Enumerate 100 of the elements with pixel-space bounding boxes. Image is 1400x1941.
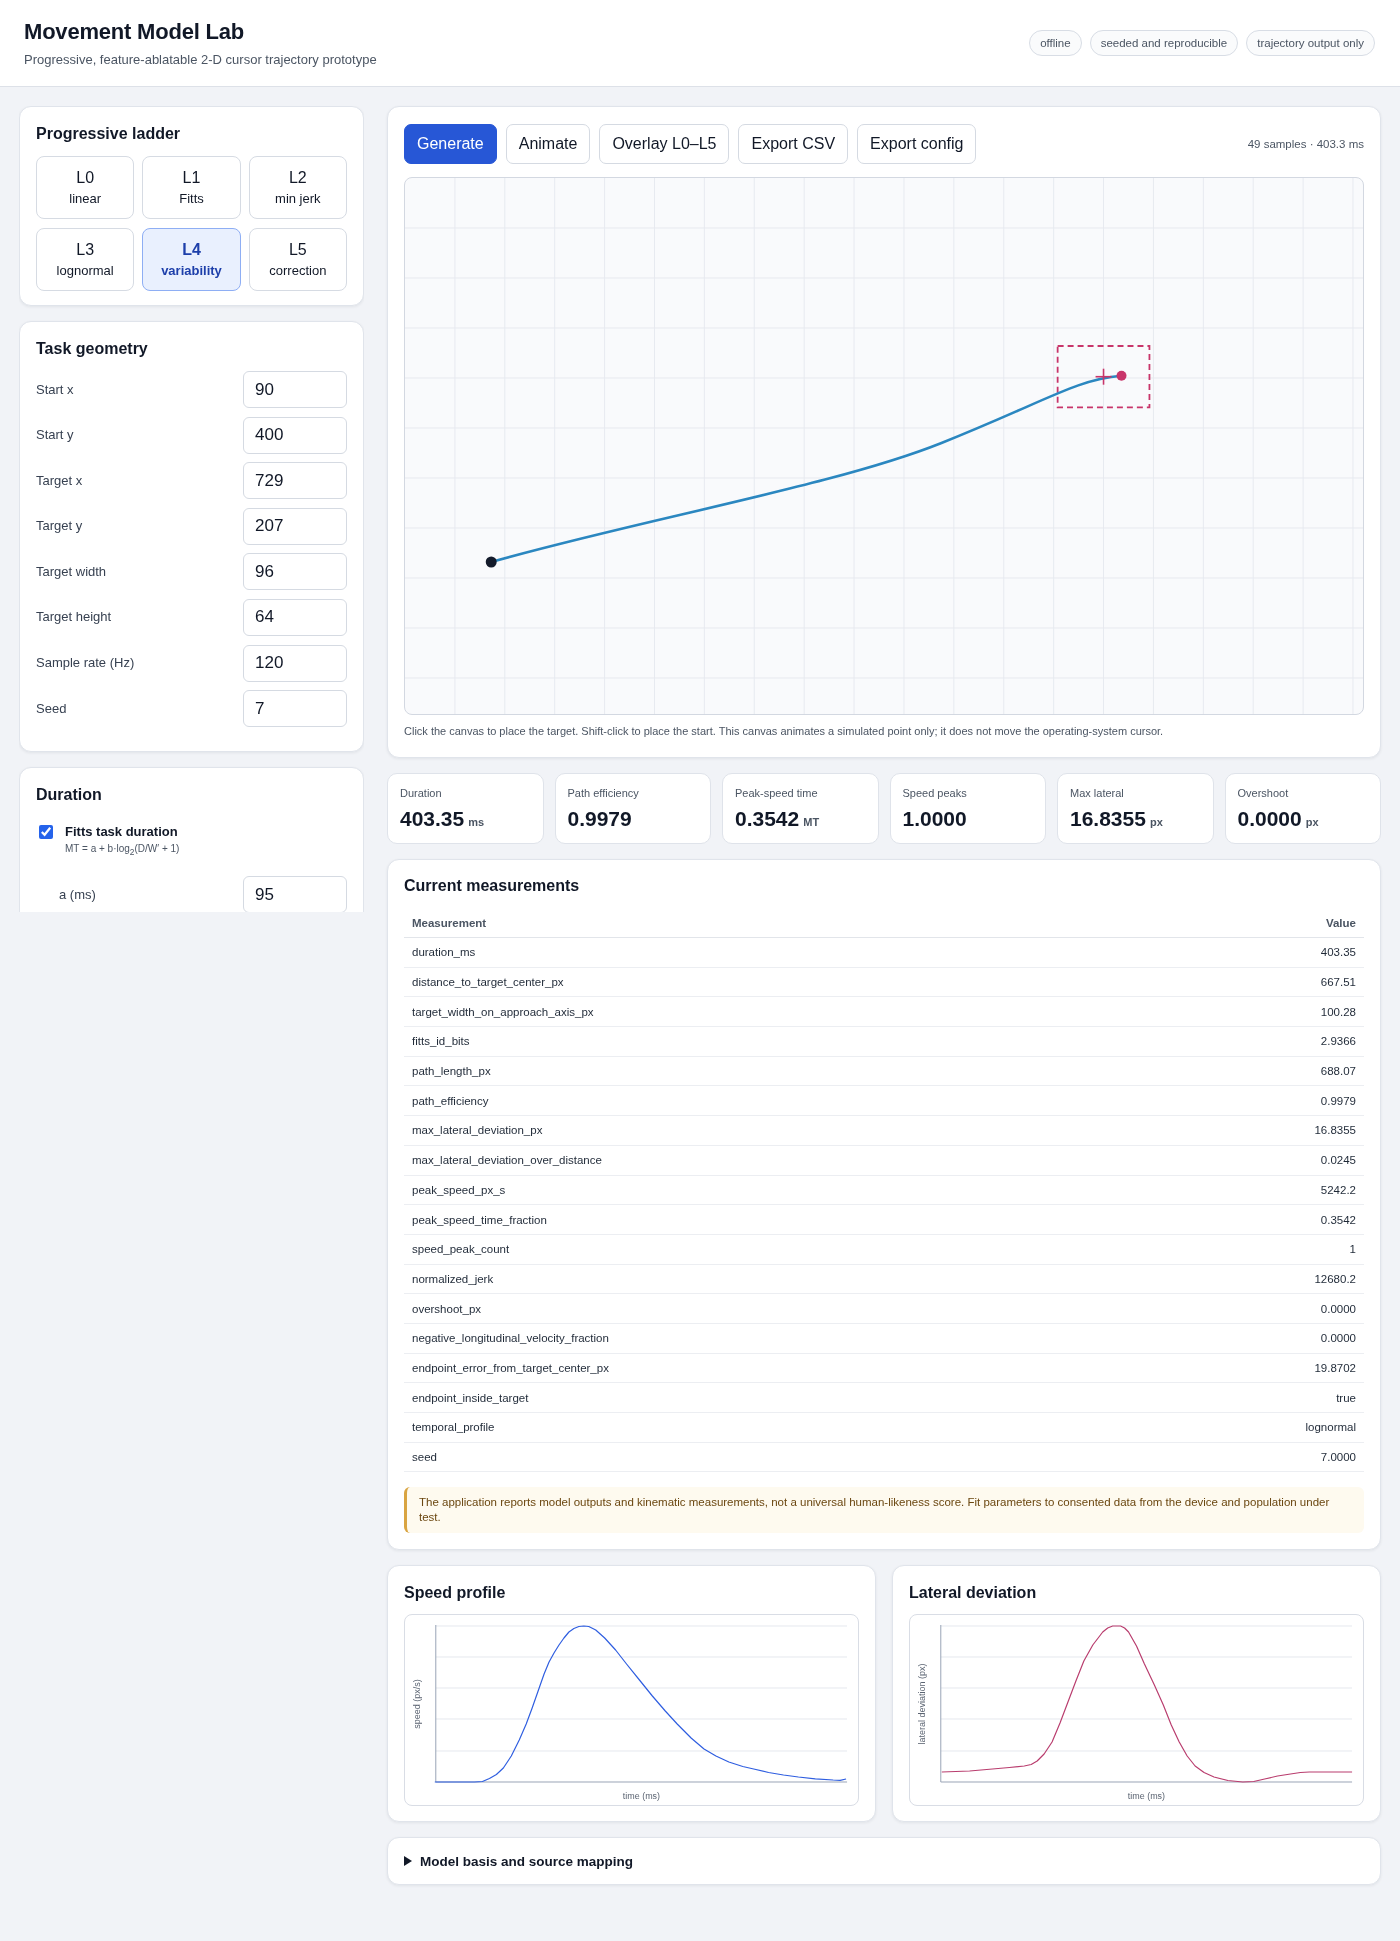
metric-unit: ms <box>468 816 485 828</box>
level-button[interactable]: L3 lognormal <box>36 228 135 291</box>
table-cell: max_lateral_deviation_over_distance <box>412 1154 602 1167</box>
disclaimer-notice: The application reports model outputs and kinematic measurements, not a universal human-likeness score. Fit parameters to consented data from the device and population under test. <box>404 1487 1364 1534</box>
toolbar-button[interactable]: Export CSV <box>738 124 849 164</box>
table-cell: target_width_on_approach_axis_px <box>412 1005 594 1018</box>
table-cell: temporal_profile <box>412 1421 495 1434</box>
status-tag: seeded and reproducible <box>1089 30 1239 56</box>
status-tag: trajectory output only <box>1246 30 1375 56</box>
column-header: Value <box>1325 916 1356 929</box>
status-tag: offline <box>1029 30 1082 56</box>
table-cell: 0.0245 <box>1320 1154 1356 1167</box>
table-cell: 7.0000 <box>1320 1451 1356 1464</box>
metric-label: Duration <box>400 786 443 800</box>
sample-summary: 49 samples · 403.3 ms <box>1247 138 1364 150</box>
number-field[interactable]: 7 <box>243 690 347 728</box>
panel-title: Current measurements <box>404 876 581 896</box>
canvas-hint: Click the canvas to place the target. Shift-click to place the start. This canvas animates a simulated point only; it does not move the operating-system cursor. <box>404 724 1165 738</box>
metric-value: 403.35 <box>400 806 465 832</box>
table-cell: 688.07 <box>1320 1065 1356 1078</box>
table-cell: 0.3542 <box>1320 1213 1356 1226</box>
number-field[interactable]: 64 <box>243 598 347 636</box>
table-cell: normalized_jerk <box>412 1272 494 1285</box>
table-cell: fitts_id_bits <box>412 1035 470 1048</box>
number-field[interactable]: 400 <box>243 416 347 454</box>
table-cell: 667.51 <box>1320 976 1356 989</box>
number-field[interactable]: 95 <box>243 876 347 912</box>
option-label: Fitts task duration <box>65 824 179 841</box>
level-button[interactable]: L2 min jerk <box>248 156 347 219</box>
table-cell: seed <box>412 1451 437 1464</box>
table-cell: negative_longitudinal_velocity_fraction <box>412 1332 609 1345</box>
formula-text: MT = a + b·log$_{2}$(D/W′ + 1) <box>65 842 180 860</box>
field-label: Start x <box>36 381 74 398</box>
table-cell: 2.9366 <box>1320 1035 1356 1048</box>
table-cell: endpoint_error_from_target_center_px <box>412 1361 609 1374</box>
number-field[interactable]: 207 <box>243 507 347 545</box>
level-button[interactable]: L0 linear <box>36 156 135 219</box>
panel-title: Speed profile <box>404 1583 507 1604</box>
number-field[interactable]: 90 <box>243 371 347 408</box>
table-cell: distance_to_target_center_px <box>412 976 564 989</box>
table-cell: path_efficiency <box>412 1094 489 1107</box>
column-header: Measurement <box>412 916 487 929</box>
panel-title: Progressive ladder <box>36 124 182 144</box>
panel-title: Lateral deviation <box>909 1583 1038 1604</box>
metric-unit: MT <box>803 816 820 828</box>
number-field[interactable]: 96 <box>243 553 347 591</box>
checkbox[interactable] <box>39 825 53 840</box>
field-label: Start y <box>36 427 74 444</box>
field-label: a (ms) <box>58 886 96 903</box>
table-cell: path_length_px <box>412 1065 491 1078</box>
axis-label: speed (px/s) <box>411 1679 422 1730</box>
end-point <box>1116 370 1127 381</box>
toolbar-button[interactable]: Overlay L0–L5 <box>599 124 730 164</box>
panel-title: Task geometry <box>36 339 149 359</box>
metric-value: 0.9979 <box>567 806 632 832</box>
metric-label: Speed peaks <box>902 786 968 800</box>
toolbar-button[interactable]: Animate <box>505 124 591 164</box>
app-subtitle: Progressive, feature-ablatable 2-D cursor trajectory prototype <box>24 52 377 68</box>
field-label: Target x <box>36 472 83 489</box>
table-cell: 19.8702 <box>1314 1361 1356 1374</box>
toolbar-button[interactable]: Generate <box>404 124 497 164</box>
table-cell: speed_peak_count <box>412 1243 510 1256</box>
table-cell: 5242.2 <box>1320 1183 1356 1196</box>
metric-value: 0.0000 <box>1237 806 1302 832</box>
disclosure-toggle[interactable]: Model basis and source mapping <box>387 1837 1381 1886</box>
table-cell: 0.9979 <box>1320 1094 1356 1107</box>
field-label: Target width <box>36 563 107 580</box>
table-cell: peak_speed_px_s <box>412 1183 506 1196</box>
field-label: Seed <box>36 700 67 717</box>
table-cell: duration_ms <box>412 946 476 959</box>
table-cell: overshoot_px <box>412 1302 482 1315</box>
table-cell: 0.0000 <box>1320 1332 1356 1345</box>
table-cell: endpoint_inside_target <box>412 1391 529 1404</box>
toolbar-button[interactable]: Export config <box>857 124 977 164</box>
number-field[interactable]: 729 <box>243 462 347 500</box>
table-cell: 403.35 <box>1320 946 1356 959</box>
metric-label: Max lateral <box>1070 786 1125 800</box>
app-title: Movement Model Lab <box>24 18 246 46</box>
metric-unit: px <box>1149 816 1163 828</box>
level-button[interactable]: L1 Fitts <box>142 156 241 219</box>
crosshair-icon <box>1094 367 1113 386</box>
level-button[interactable]: L4 variability <box>142 228 241 291</box>
metric-value: 16.8355 <box>1070 806 1146 832</box>
field-label: Target y <box>36 518 83 535</box>
caret-icon <box>404 1856 412 1867</box>
table-cell: peak_speed_time_fraction <box>412 1213 547 1226</box>
level-button[interactable]: L5 correction <box>248 228 347 291</box>
metric-value: 0.3542 <box>735 806 800 832</box>
metric-value: 1.0000 <box>902 806 967 832</box>
metric-label: Peak-speed time <box>735 786 819 800</box>
table-cell: 1 <box>1349 1243 1356 1256</box>
start-point <box>485 556 497 568</box>
field-label: Sample rate (Hz) <box>36 655 135 672</box>
panel-title: Duration <box>36 785 103 806</box>
table-cell: 100.28 <box>1320 1005 1356 1018</box>
table-cell: max_lateral_deviation_px <box>412 1124 543 1137</box>
number-field[interactable]: 120 <box>243 644 347 682</box>
table-cell: true <box>1336 1391 1356 1404</box>
metric-unit: px <box>1305 816 1319 828</box>
axis-label: time (ms) <box>622 1791 661 1802</box>
